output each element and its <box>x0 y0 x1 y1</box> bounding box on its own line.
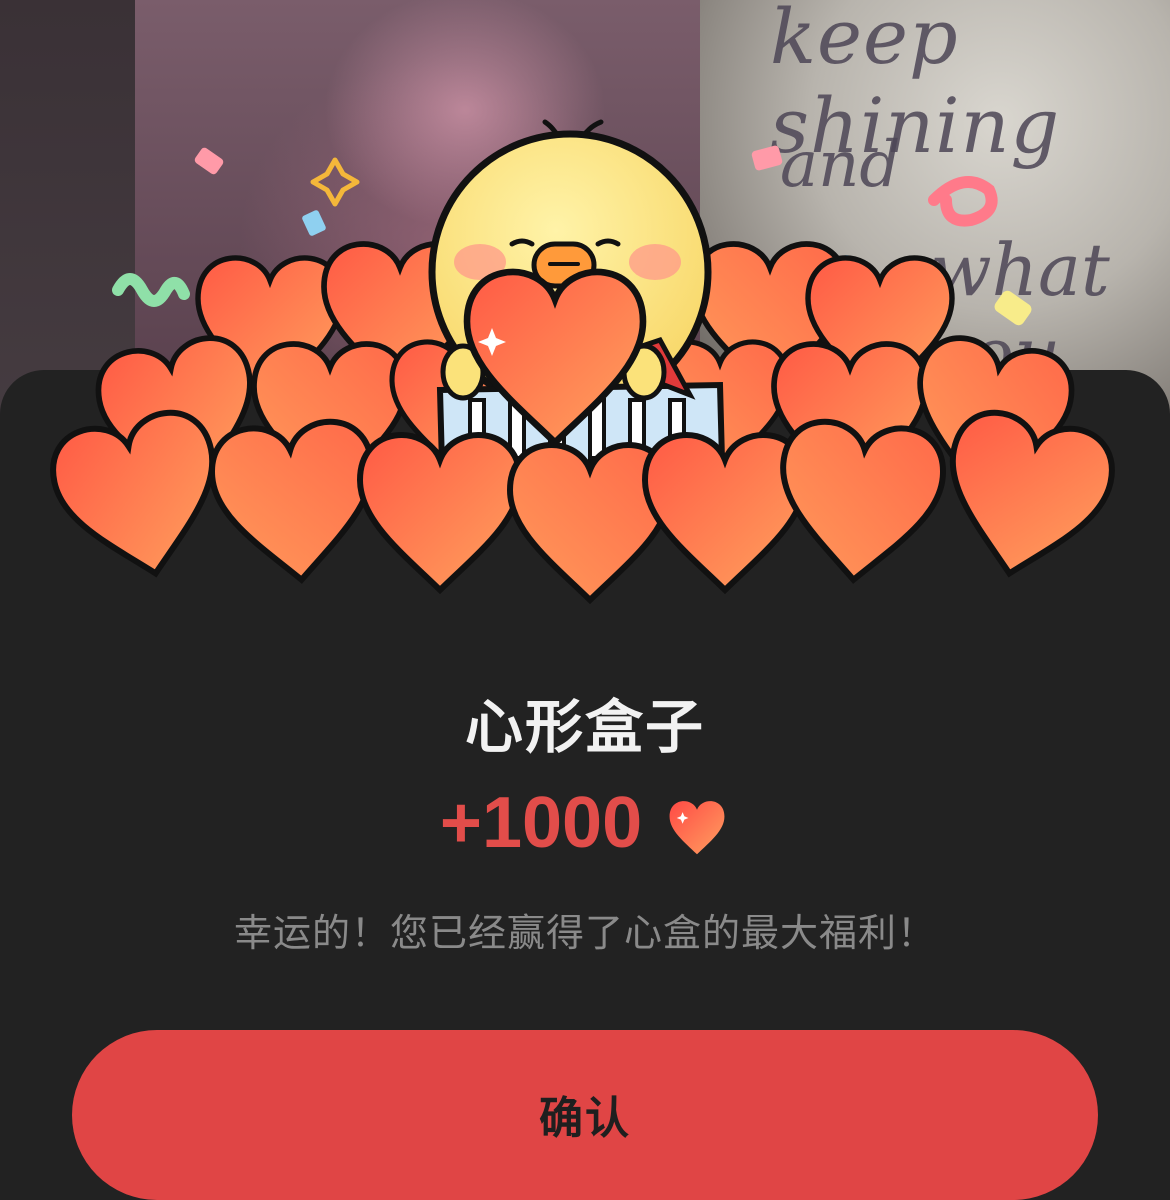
heart-box-illustration <box>0 119 1170 640</box>
dialog-title: 心形盒子 <box>464 693 705 761</box>
confirm-button-label: 确认 <box>539 1094 631 1143</box>
reward-amount: +1000 <box>439 783 643 863</box>
reward-row: +1000 <box>0 782 1170 864</box>
confirm-button[interactable]: 确认 <box>72 1030 1098 1200</box>
reward-message: 幸运的！您已经赢得了心盒的最大福利！ <box>233 911 936 955</box>
heart-icon <box>669 801 725 855</box>
chick-character <box>428 119 726 469</box>
